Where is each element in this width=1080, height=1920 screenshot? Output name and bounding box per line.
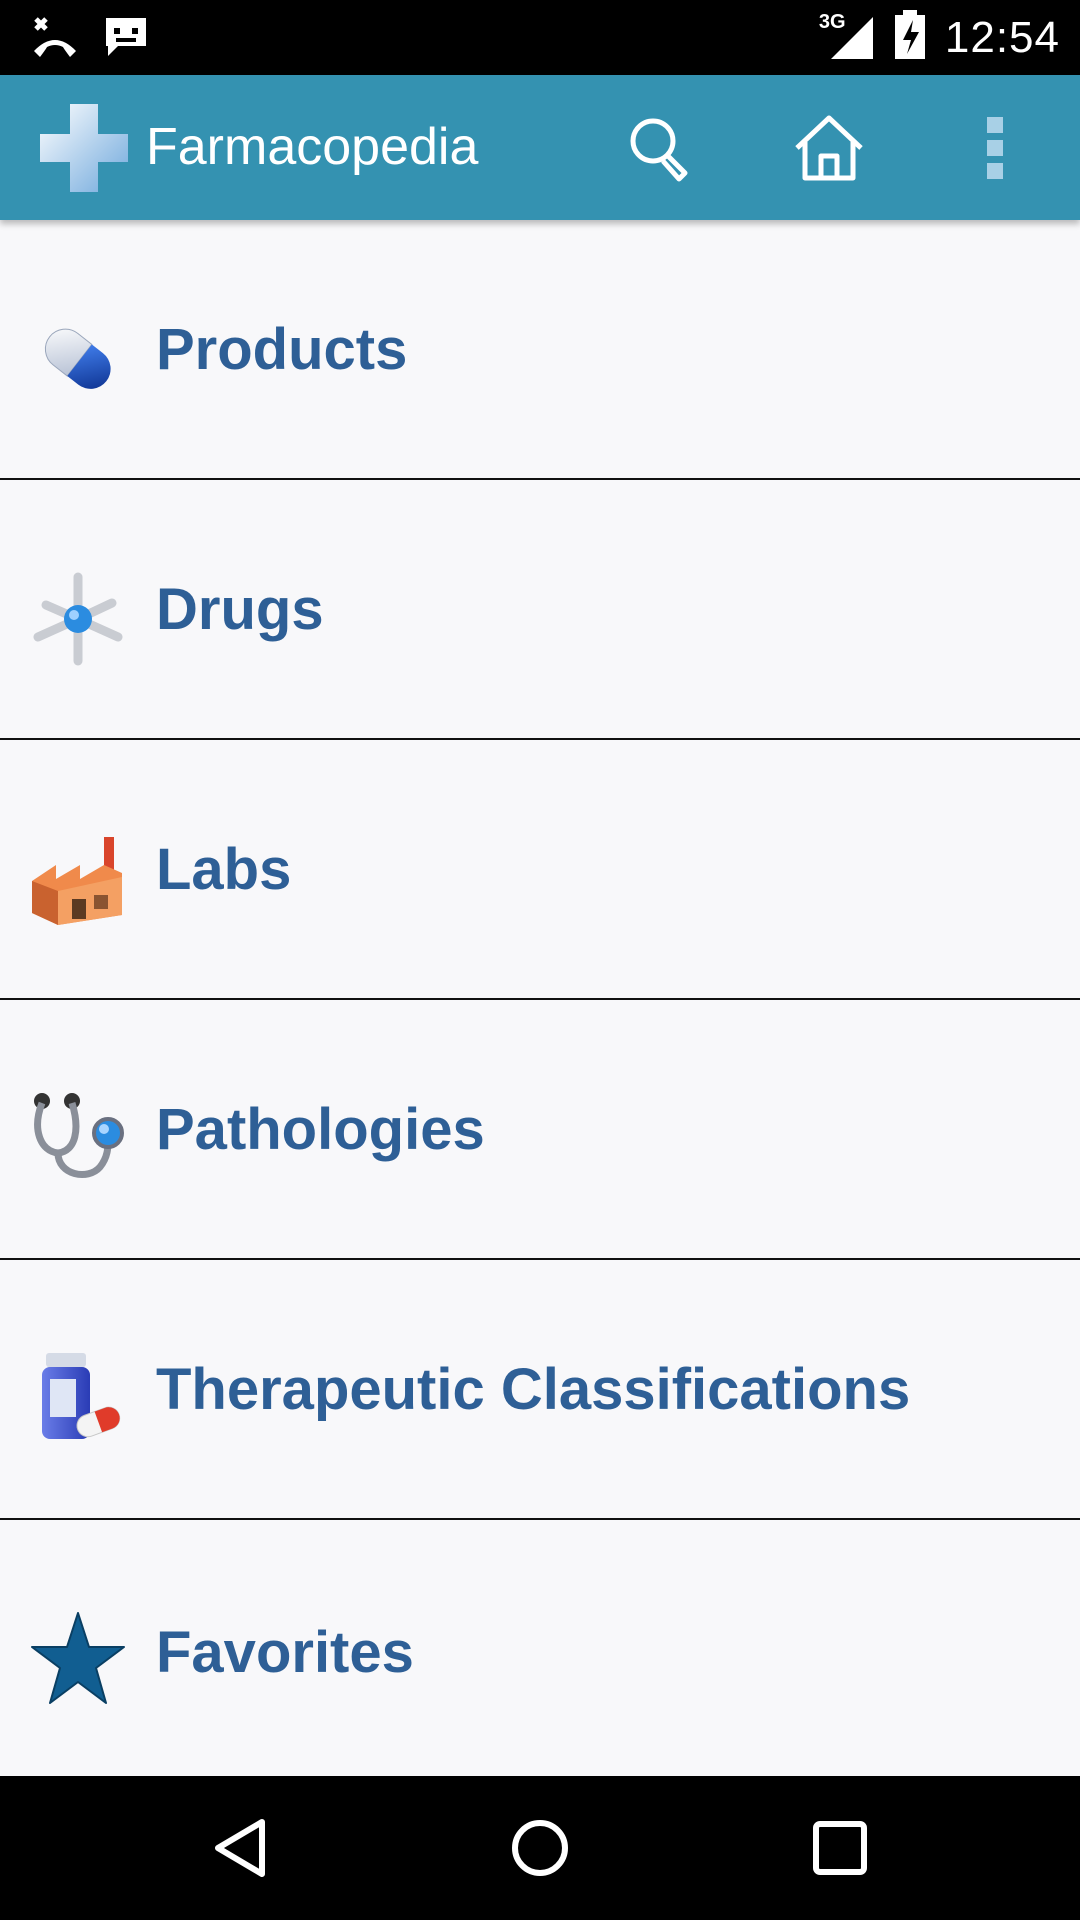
menu-list: Products Drugs Labs Pathologies Therapeu…	[0, 220, 1080, 1776]
home-button[interactable]	[784, 103, 874, 193]
overflow-menu-icon	[987, 117, 1003, 179]
navigation-bar	[0, 1776, 1080, 1920]
home-circle-icon	[512, 1820, 568, 1876]
factory-icon	[28, 829, 128, 929]
menu-item-label: Therapeutic Classifications	[156, 1356, 911, 1422]
menu-item-therapeutic-classifications[interactable]: Therapeutic Classifications	[0, 1260, 1080, 1520]
search-button[interactable]	[615, 103, 705, 193]
menu-item-label: Labs	[156, 836, 292, 902]
stethoscope-icon	[28, 1089, 128, 1189]
back-icon	[215, 1819, 265, 1877]
home-nav-button[interactable]	[504, 1812, 576, 1884]
search-icon	[630, 118, 688, 182]
menu-item-label: Products	[156, 316, 408, 382]
capsule-icon	[28, 309, 128, 409]
recents-icon	[813, 1821, 867, 1875]
status-bar: 3G 12:54	[0, 0, 1080, 75]
clock: 12:54	[944, 12, 1060, 62]
molecule-icon	[28, 569, 128, 669]
app-bar: Farmacopedia	[0, 75, 1080, 220]
overflow-menu-button[interactable]	[950, 103, 1040, 193]
menu-item-label: Drugs	[156, 576, 324, 642]
recents-button[interactable]	[804, 1812, 876, 1884]
menu-item-label: Favorites	[156, 1619, 414, 1685]
app-title: Farmacopedia	[146, 118, 479, 176]
menu-item-drugs[interactable]: Drugs	[0, 480, 1080, 740]
menu-item-label: Pathologies	[156, 1096, 485, 1162]
signal-icon: 3G	[819, 11, 875, 63]
message-icon	[102, 14, 150, 65]
missed-call-icon	[30, 15, 80, 64]
home-icon	[795, 115, 863, 181]
menu-item-products[interactable]: Products	[0, 220, 1080, 480]
battery-icon	[893, 10, 927, 65]
menu-item-labs[interactable]: Labs	[0, 740, 1080, 1000]
menu-item-favorites[interactable]: Favorites	[0, 1520, 1080, 1784]
medicine-bottle-icon	[28, 1349, 128, 1449]
back-button[interactable]	[204, 1812, 276, 1884]
star-icon	[28, 1609, 128, 1709]
menu-item-pathologies[interactable]: Pathologies	[0, 1000, 1080, 1260]
app-logo-cross-icon	[36, 100, 132, 196]
